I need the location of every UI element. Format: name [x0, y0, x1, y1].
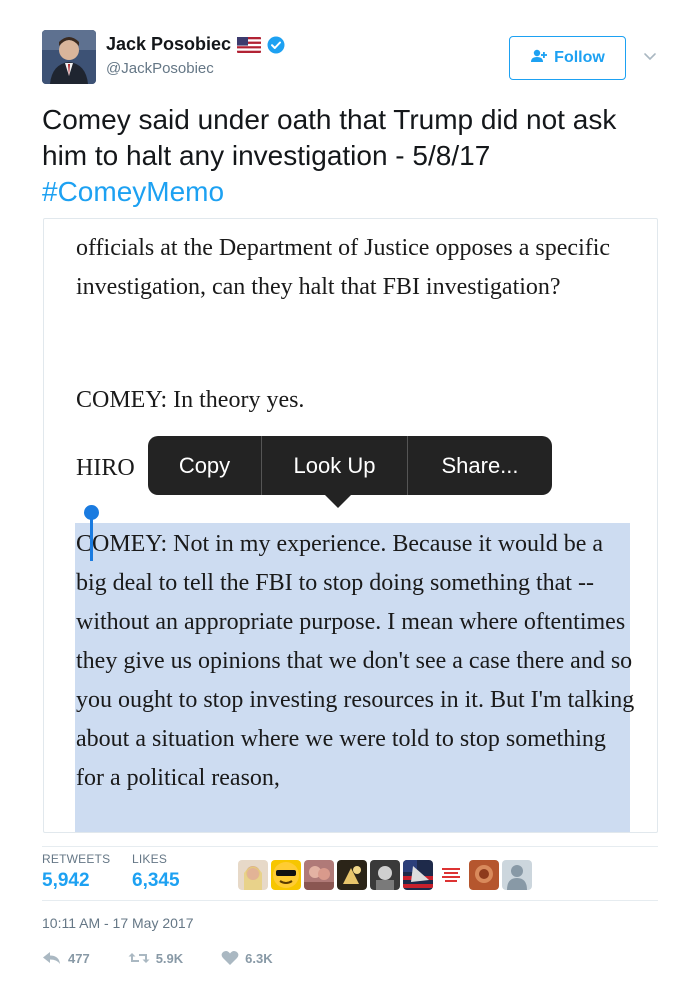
hashtag-link[interactable]: #ComeyMemo [42, 174, 662, 210]
tweet-header: Jack Posobiec @JackPosobiec Follow [42, 30, 662, 90]
liker-avatar[interactable] [271, 860, 301, 890]
likes-stat[interactable]: LIKES 6,345 [132, 852, 180, 892]
likes-label: LIKES [132, 852, 168, 866]
liker-avatars [238, 860, 532, 890]
retweet-button[interactable]: 5.9K [128, 951, 183, 966]
liker-avatar[interactable] [337, 860, 367, 890]
retweets-count: 5,942 [42, 870, 90, 891]
divider [42, 846, 658, 847]
verified-icon [267, 36, 285, 54]
liker-avatar[interactable] [469, 860, 499, 890]
screenshot-text: officials at the Department of Justice o… [44, 219, 657, 832]
text-paragraph-selected: COMEY: Not in my experience. Because it … [76, 531, 635, 791]
display-name[interactable]: Jack Posobiec [106, 34, 231, 55]
divider [42, 900, 658, 901]
name-row: Jack Posobiec [106, 34, 285, 55]
tweet-text: Comey said under oath that Trump did not… [42, 102, 662, 210]
avatar[interactable] [42, 30, 96, 84]
liker-avatar[interactable] [304, 860, 334, 890]
liker-avatar[interactable] [370, 860, 400, 890]
reply-button[interactable]: 477 [42, 951, 90, 966]
liker-avatar[interactable] [403, 860, 433, 890]
selection-caret [90, 515, 93, 561]
tweet-image[interactable]: officials at the Department of Justice o… [43, 218, 658, 833]
follow-button[interactable]: Follow [509, 36, 626, 80]
popup-arrow [324, 494, 352, 508]
like-button[interactable]: 6.3K [221, 950, 273, 966]
like-count: 6.3K [245, 950, 273, 966]
retweet-icon [128, 951, 150, 965]
text-paragraph-2: COMEY: In theory yes. [76, 387, 305, 413]
reply-icon [42, 951, 62, 965]
user-handle[interactable]: @JackPosobiec [106, 60, 214, 77]
copy-menu-item: Copy [148, 436, 262, 495]
reply-count: 477 [68, 950, 90, 966]
likes-count: 6,345 [132, 870, 180, 891]
retweets-label: RETWEETS [42, 852, 111, 866]
tweet-actions: 477 5.9K 6.3K [42, 948, 311, 968]
add-user-icon [530, 49, 548, 68]
liker-avatar[interactable] [436, 860, 466, 890]
flag-icon [237, 36, 262, 53]
liker-avatar[interactable] [502, 860, 532, 890]
chevron-down-icon[interactable] [642, 50, 658, 62]
edit-menu-popup: Copy Look Up Share... [148, 436, 552, 508]
tweet-stats: RETWEETS 5,942 LIKES 6,345 [42, 852, 658, 898]
text-paragraph-1: officials at the Department of Justice o… [76, 235, 611, 300]
tweet-timestamp[interactable]: 10:11 AM - 17 May 2017 [42, 915, 194, 931]
follow-label: Follow [554, 49, 605, 66]
look-up-menu-item: Look Up [262, 436, 408, 495]
liker-avatar[interactable] [238, 860, 268, 890]
retweets-stat[interactable]: RETWEETS 5,942 [42, 852, 110, 892]
retweet-count: 5.9K [155, 950, 184, 966]
share-menu-item: Share... [441, 452, 519, 478]
heart-icon [221, 950, 239, 966]
tweet-body: Comey said under oath that Trump did not… [42, 104, 617, 171]
